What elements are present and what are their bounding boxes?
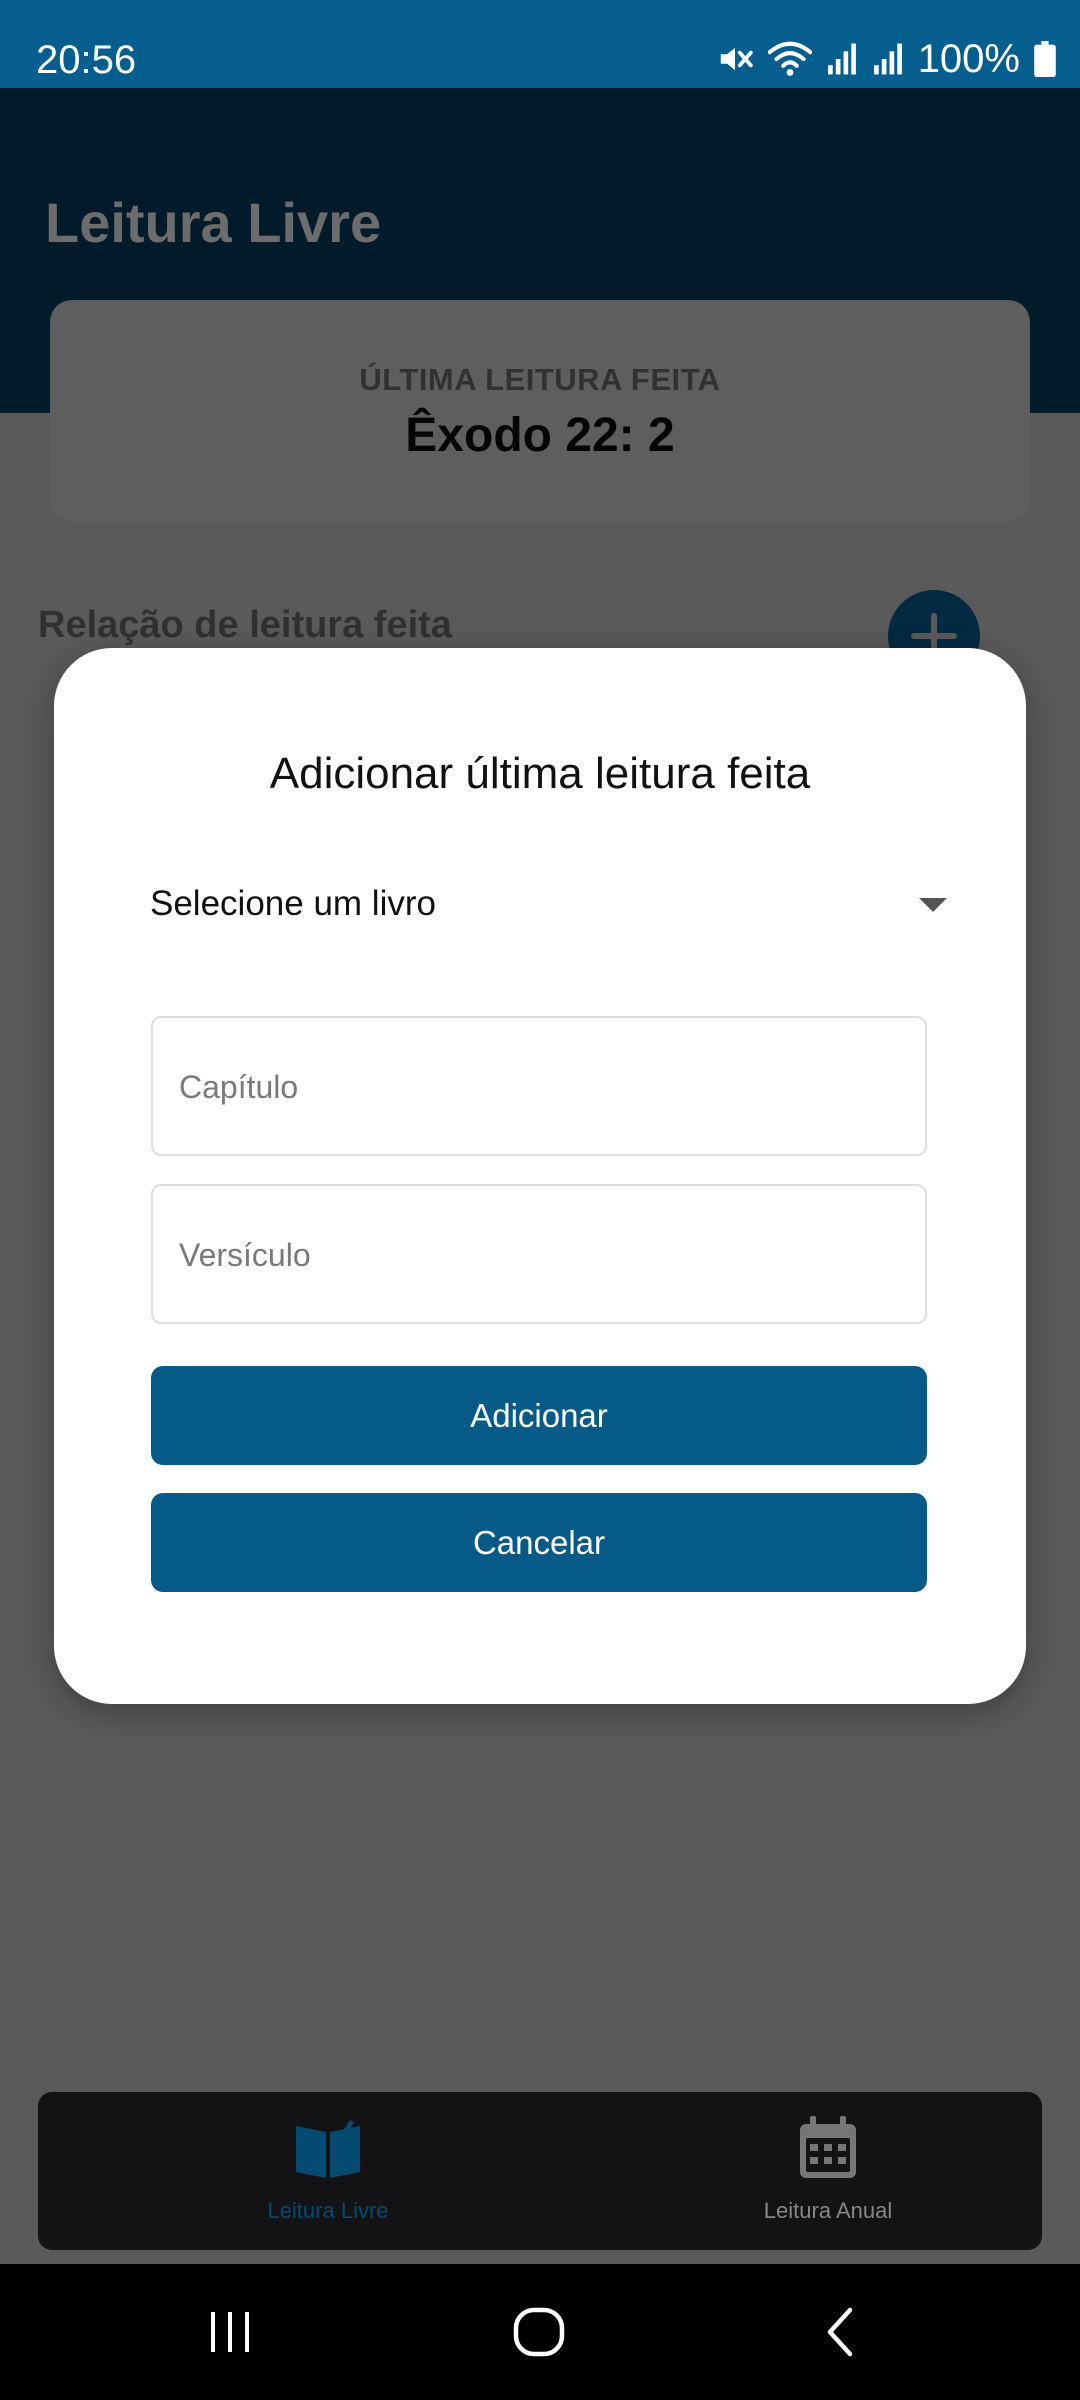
add-button[interactable]: Adicionar (151, 1366, 927, 1465)
book-select[interactable]: Selecione um livro (150, 872, 950, 938)
signal-icon (827, 43, 856, 75)
book-select-value: Selecione um livro (150, 884, 436, 923)
status-icons: 100% (716, 34, 1056, 84)
cancel-button[interactable]: Cancelar (151, 1493, 927, 1592)
last-reading-card: ÚLTIMA LEITURA FEITA Êxodo 22: 2 (50, 300, 1030, 522)
dialog-title: Adicionar última leitura feita (269, 749, 811, 798)
nav-label-leitura-anual: Leitura Anual (763, 2198, 893, 2223)
last-reading-label: ÚLTIMA LEITURA FEITA (359, 362, 721, 397)
home-icon[interactable] (510, 2306, 570, 2358)
back-icon[interactable] (820, 2306, 860, 2358)
add-reading-dialog: Adicionar última leitura feita Selecione… (54, 648, 1026, 1704)
chapter-field[interactable] (151, 1016, 927, 1156)
verse-field[interactable] (151, 1184, 927, 1324)
verse-input[interactable] (179, 1230, 879, 1280)
status-time: 20:56 (36, 38, 137, 82)
status-bar: 20:56 100% (0, 0, 1080, 88)
last-reading-value: Êxodo 22: 2 (405, 409, 675, 462)
reading-list-heading: Relação de leitura feita (38, 604, 452, 646)
nav-item-leitura-anual[interactable]: Leitura Anual (678, 2112, 978, 2232)
open-book-icon (296, 2120, 360, 2178)
nav-item-leitura-livre[interactable]: Leitura Livre (178, 2112, 478, 2232)
system-navigation-bar (0, 2264, 1080, 2400)
battery-percentage: 100% (917, 37, 1020, 81)
signal-icon (873, 43, 902, 75)
calendar-icon (800, 2116, 856, 2178)
battery-icon (1034, 41, 1056, 77)
caret-down-icon (919, 898, 947, 912)
recent-apps-icon[interactable] (205, 2308, 255, 2356)
page-title: Leitura Livre (45, 191, 382, 254)
chapter-input[interactable] (179, 1062, 879, 1112)
bottom-navigation: Leitura Livre Leitura Anual (38, 2092, 1042, 2250)
mute-icon (720, 47, 753, 71)
nav-label-leitura-livre: Leitura Livre (267, 2198, 389, 2223)
wifi-icon (767, 41, 812, 76)
